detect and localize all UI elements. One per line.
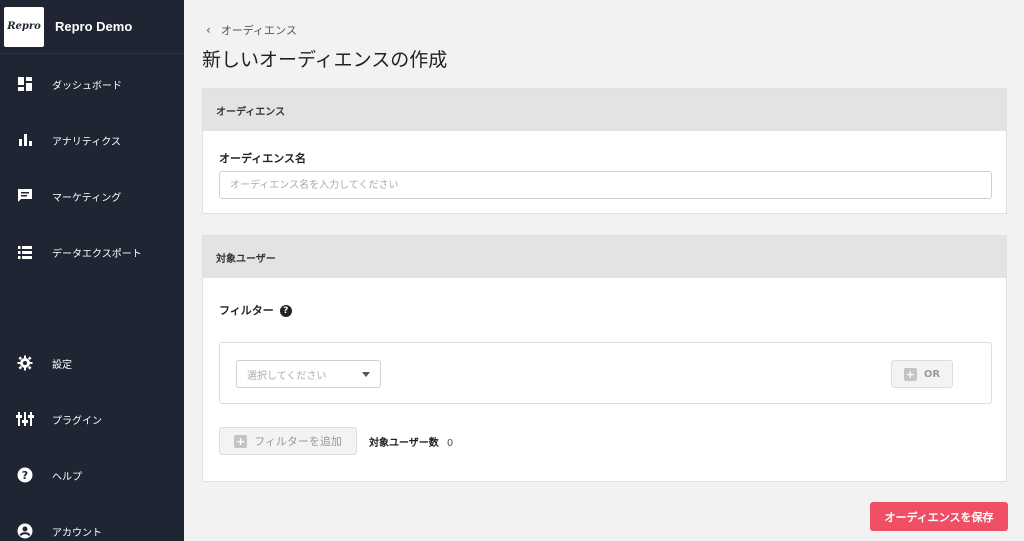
caret-down-icon <box>362 372 370 377</box>
brand[interactable]: Repro Repro Demo <box>0 0 184 54</box>
chevron-left-icon: ‹ <box>206 23 211 37</box>
plus-icon: + <box>234 434 248 448</box>
sidebar-item-label: プラグイン <box>52 415 102 427</box>
filter-select[interactable]: 選択してください <box>236 360 381 388</box>
sidebar: Repro Repro Demo ダッシュボード アナリティクス マーケティング… <box>0 0 184 541</box>
add-filter-button[interactable]: + フィルターを追加 <box>219 427 357 455</box>
or-button[interactable]: + OR <box>891 360 953 388</box>
help-icon: ? <box>16 466 34 484</box>
account-icon <box>16 522 34 540</box>
chat-icon <box>16 187 34 205</box>
plus-icon: + <box>903 367 917 381</box>
sidebar-item-data-export[interactable]: データエクスポート <box>0 237 184 267</box>
sidebar-item-label: データエクスポート <box>52 248 142 260</box>
list-icon <box>16 243 34 261</box>
audience-name-label: オーディエンス名 <box>219 152 307 165</box>
target-user-count-value: 0 <box>446 438 454 449</box>
logo-text: Repro <box>7 21 41 32</box>
sidebar-item-settings[interactable]: 設定 <box>0 348 184 378</box>
sidebar-item-dashboard[interactable]: ダッシュボード <box>0 69 184 99</box>
target-users-card: 対象ユーザー フィルター? 選択してください + OR + フィルターを追加 対… <box>202 235 1007 482</box>
back-label: オーディエンス <box>220 24 297 37</box>
gear-icon <box>16 354 34 372</box>
sliders-icon <box>16 410 34 428</box>
save-audience-button[interactable]: オーディエンスを保存 <box>870 502 1008 531</box>
repro-logo: Repro <box>4 6 44 47</box>
sidebar-item-help[interactable]: ? ヘルプ <box>0 460 184 490</box>
audience-card: オーディエンス オーディエンス名 <box>202 88 1007 214</box>
filter-box: 選択してください + OR <box>219 342 992 404</box>
page-title: 新しいオーディエンスの作成 <box>202 49 448 71</box>
sidebar-item-label: ヘルプ <box>52 471 82 483</box>
sidebar-item-label: アカウント <box>52 527 102 539</box>
filter-label: フィルター <box>219 304 274 317</box>
sidebar-item-marketing[interactable]: マーケティング <box>0 181 184 211</box>
target-users-card-header: 対象ユーザー <box>203 236 1006 278</box>
sidebar-item-analytics[interactable]: アナリティクス <box>0 125 184 155</box>
audience-name-input[interactable] <box>219 171 992 199</box>
svg-text:?: ? <box>22 469 28 482</box>
filter-select-placeholder: 選択してください <box>247 370 327 382</box>
or-label: OR <box>923 368 941 380</box>
sidebar-item-label: 設定 <box>52 359 72 371</box>
target-user-count: 対象ユーザー数 0 <box>369 434 453 449</box>
app-name: Repro Demo <box>55 19 133 34</box>
filter-label-row: フィルター? <box>219 302 292 318</box>
sidebar-item-label: ダッシュボード <box>52 80 122 92</box>
bar-chart-icon <box>16 131 34 149</box>
sidebar-item-account[interactable]: アカウント <box>0 516 184 541</box>
help-icon[interactable]: ? <box>279 305 292 317</box>
audience-card-header: オーディエンス <box>203 89 1006 131</box>
sidebar-item-plugins[interactable]: プラグイン <box>0 404 184 434</box>
add-filter-label: フィルターを追加 <box>254 435 342 448</box>
sidebar-item-label: アナリティクス <box>52 136 121 148</box>
back-link[interactable]: ‹ オーディエンス <box>206 22 297 38</box>
dashboard-icon <box>16 75 34 93</box>
sidebar-item-label: マーケティング <box>52 192 122 204</box>
target-user-count-label: 対象ユーザー数 <box>369 438 439 449</box>
